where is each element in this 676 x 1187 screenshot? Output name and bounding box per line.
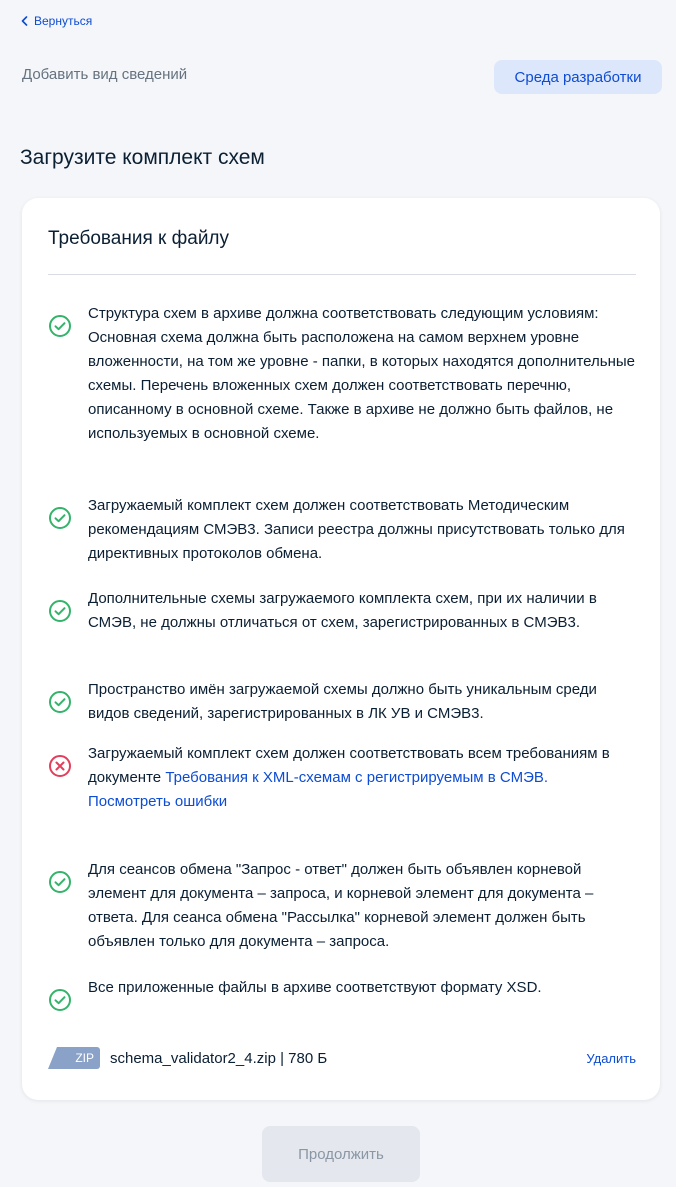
requirement-text: Структура схем в архиве должна соответст… xyxy=(88,305,635,442)
error-circle-icon xyxy=(49,755,71,777)
page-subtitle: Добавить вид сведений xyxy=(22,66,188,83)
requirement-text: Загружаемый комплект схем должен соответ… xyxy=(88,742,636,814)
requirement-item: Дополнительные схемы загружаемого компле… xyxy=(48,587,636,635)
requirement-text: Все приложенные файлы в архиве соответст… xyxy=(88,979,542,996)
card-title: Требования к файлу xyxy=(48,228,230,249)
check-circle-icon xyxy=(49,507,71,529)
continue-button[interactable]: Продолжить xyxy=(262,1126,420,1182)
requirement-item: Для сеансов обмена "Запрос - ответ" долж… xyxy=(48,858,636,954)
file-name: schema_validator2_4.zip | 780 Б xyxy=(110,1049,328,1067)
page-title: Загрузите комплект схем xyxy=(20,146,265,169)
check-circle-icon xyxy=(49,871,71,893)
divider xyxy=(48,274,636,275)
requirement-item: Загружаемый комплект схем должен соответ… xyxy=(48,494,636,566)
file-type-badge: ZIP xyxy=(75,1051,94,1065)
requirement-item: Структура схем в архиве должна соответст… xyxy=(48,302,636,446)
requirement-text: Пространство имён загружаемой схемы долж… xyxy=(88,681,597,722)
check-circle-icon xyxy=(49,315,71,337)
requirement-text: Для сеансов обмена "Запрос - ответ" долж… xyxy=(88,861,594,950)
chevron-left-icon xyxy=(21,16,28,26)
back-link-label: Вернуться xyxy=(34,14,93,28)
check-circle-icon xyxy=(49,989,71,1011)
xml-requirements-link[interactable]: Требования к XML-схемам с регистрируемым… xyxy=(165,769,548,786)
view-errors-link[interactable]: Посмотреть ошибки xyxy=(88,793,227,810)
requirement-item: Все приложенные файлы в архиве соответст… xyxy=(48,976,636,1012)
uploaded-file-row: ZIP schema_validator2_4.zip | 780 Б Удал… xyxy=(48,1044,636,1072)
back-link[interactable]: Вернуться xyxy=(20,14,92,28)
requirement-item: Пространство имён загружаемой схемы долж… xyxy=(48,678,636,726)
requirement-text: Дополнительные схемы загружаемого компле… xyxy=(88,590,597,631)
requirements-card: Требования к файлу Структура схем в архи… xyxy=(22,198,660,1100)
requirement-item-error: Загружаемый комплект схем должен соответ… xyxy=(48,742,636,814)
check-circle-icon xyxy=(49,600,71,622)
delete-file-link[interactable]: Удалить xyxy=(586,1051,636,1066)
zip-file-icon: ZIP xyxy=(48,1047,100,1069)
environment-badge: Среда разработки xyxy=(494,60,662,94)
requirement-text: Загружаемый комплект схем должен соответ… xyxy=(88,497,625,562)
check-circle-icon xyxy=(49,691,71,713)
